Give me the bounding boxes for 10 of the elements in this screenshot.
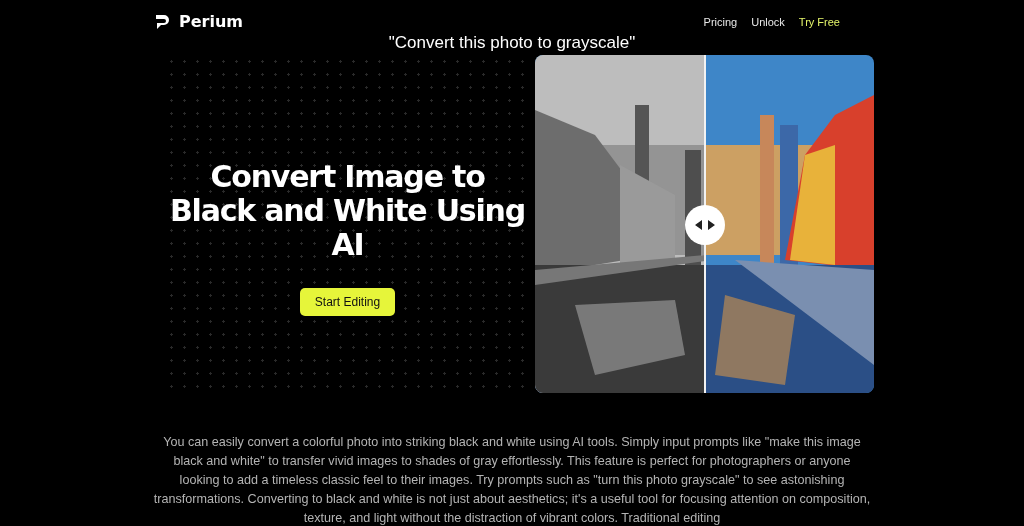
nav-link[interactable]: Pricing — [703, 15, 738, 28]
left-right-arrows-icon — [694, 219, 715, 231]
prompt-text: "Convert this photo to grayscale" — [387, 32, 637, 54]
logo-icon — [155, 13, 171, 30]
start-editing-button[interactable]: Start Editing — [300, 288, 395, 316]
nav-link[interactable]: Unlock — [751, 15, 785, 28]
description-paragraph: You can easily convert a colorful photo into striking black and white using AI tools. Simply input prompts like "make this image black and white" to transfer vivid images to shades of gray effortlessly. This feature is perfect for photographers or anyone looking to add a timeless classic feel to their images. Try prompts such as "turn this photo grayscale" to see astonishing transformations. Converting to black and white is not just about aesthetics; it's a useful tool for focusing attention on composition, texture, and light without the distraction of vibrant colors. Traditional editing — [152, 434, 872, 526]
nav-link[interactable]: Try Free — [798, 15, 840, 28]
brand-name: Perium — [179, 12, 243, 31]
hero-title: Convert Image to Black and White Using AI — [168, 160, 527, 262]
